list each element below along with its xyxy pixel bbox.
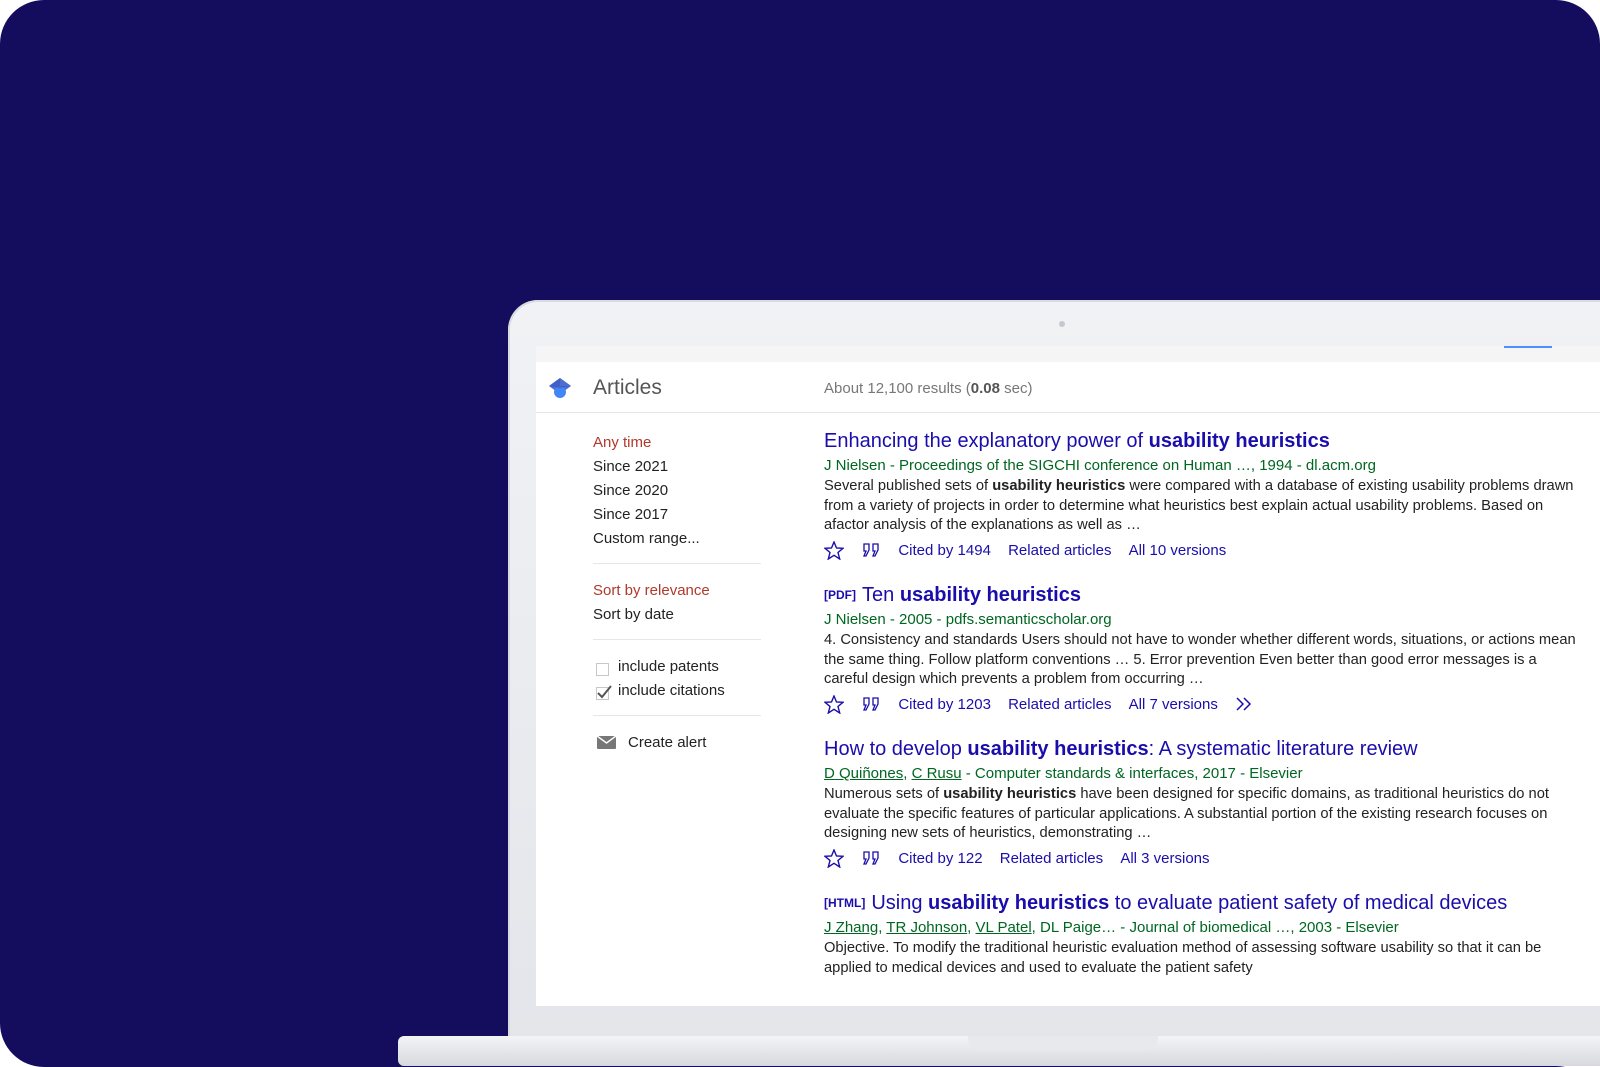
more-icon[interactable] [1235, 697, 1255, 711]
result-item: [PDF] Ten usability heuristics J Nielsen … [824, 584, 1584, 715]
result-title[interactable]: How to develop usability heuristics: A s… [824, 738, 1584, 761]
result-snippet: Several published sets of usability heur… [824, 478, 1574, 533]
quote-icon[interactable] [861, 697, 881, 711]
filter-since-2017[interactable]: Since 2017 [593, 506, 668, 523]
cited-by-link[interactable]: Cited by 1494 [898, 542, 991, 559]
star-icon[interactable] [824, 540, 844, 560]
all-versions-link[interactable]: All 3 versions [1120, 850, 1209, 867]
results-header [536, 362, 1600, 413]
result-item: How to develop usability heuristics: A s… [824, 738, 1584, 869]
results-count: About 12,100 results (0.08 sec) [824, 380, 1033, 397]
filter-any-time[interactable]: Any time [593, 434, 651, 451]
result-snippet: Numerous sets of usability heuristics ha… [824, 786, 1549, 841]
envelope-icon[interactable] [597, 736, 616, 749]
star-icon[interactable] [824, 694, 844, 714]
sort-by-date[interactable]: Sort by date [593, 606, 674, 623]
include-patents-label[interactable]: include patents [618, 658, 719, 675]
author-link[interactable]: VL Patel [976, 919, 1032, 936]
author-link[interactable]: D Quiñones [824, 765, 903, 782]
include-citations-label[interactable]: include citations [618, 682, 725, 699]
result-title[interactable]: Enhancing the explanatory power of usabi… [824, 430, 1584, 453]
result-snippet: 4. Consistency and standards Users shoul… [824, 632, 1576, 687]
result-item: [HTML] Using usability heuristics to eval… [824, 892, 1584, 978]
active-indicator [1504, 346, 1552, 348]
filter-since-2021[interactable]: Since 2021 [593, 458, 668, 475]
include-patents-checkbox[interactable] [596, 663, 609, 676]
html-tag: [HTML] [824, 896, 866, 910]
related-articles-link[interactable]: Related articles [1000, 850, 1103, 867]
result-actions: Cited by 1203 Related articles All 7 ver… [824, 694, 1584, 715]
laptop-camera [1059, 321, 1065, 327]
author-link[interactable]: J Zhang [824, 919, 878, 936]
create-alert-link[interactable]: Create alert [628, 734, 706, 751]
sort-by-relevance[interactable]: Sort by relevance [593, 582, 710, 599]
quote-icon[interactable] [861, 851, 881, 865]
result-meta: D Quiñones, C Rusu - Computer standards … [824, 765, 1303, 782]
author-link[interactable]: TR Johnson [886, 919, 967, 936]
quote-icon[interactable] [861, 543, 881, 557]
related-articles-link[interactable]: Related articles [1008, 696, 1111, 713]
laptop-notch [968, 1036, 1158, 1050]
all-versions-link[interactable]: All 10 versions [1129, 542, 1227, 559]
scholar-logo-icon[interactable] [548, 376, 572, 400]
browser-top-strip [536, 346, 1600, 362]
result-actions: Cited by 122 Related articles All 3 vers… [824, 848, 1584, 869]
related-articles-link[interactable]: Related articles [1008, 542, 1111, 559]
result-item: Enhancing the explanatory power of usabi… [824, 430, 1584, 561]
all-versions-link[interactable]: All 7 versions [1129, 696, 1218, 713]
cited-by-link[interactable]: Cited by 1203 [898, 696, 991, 713]
filter-custom-range[interactable]: Custom range... [593, 530, 700, 547]
laptop-screen: Articles About 12,100 results (0.08 sec)… [536, 346, 1600, 1006]
pdf-tag: [PDF] [824, 588, 856, 602]
result-actions: Cited by 1494 Related articles All 10 ve… [824, 540, 1584, 561]
result-meta: J Nielsen - 2005 - pdfs.semanticscholar.… [824, 611, 1112, 628]
divider [593, 715, 761, 716]
section-title[interactable]: Articles [593, 376, 662, 400]
result-title[interactable]: [PDF] Ten usability heuristics [824, 584, 1584, 607]
cited-by-link[interactable]: Cited by 122 [898, 850, 982, 867]
divider [593, 563, 761, 564]
result-snippet: Objective. To modify the traditional heu… [824, 940, 1542, 976]
result-meta: J Zhang, TR Johnson, VL Patel, DL Paige…… [824, 919, 1399, 936]
star-icon[interactable] [824, 848, 844, 868]
filter-since-2020[interactable]: Since 2020 [593, 482, 668, 499]
divider [593, 639, 761, 640]
checkmark-icon [597, 685, 612, 699]
include-citations-checkbox[interactable] [596, 685, 612, 700]
author-link[interactable]: C Rusu [912, 765, 962, 782]
result-title[interactable]: [HTML] Using usability heuristics to eval… [824, 892, 1584, 915]
result-meta: J Nielsen - Proceedings of the SIGCHI co… [824, 457, 1376, 474]
